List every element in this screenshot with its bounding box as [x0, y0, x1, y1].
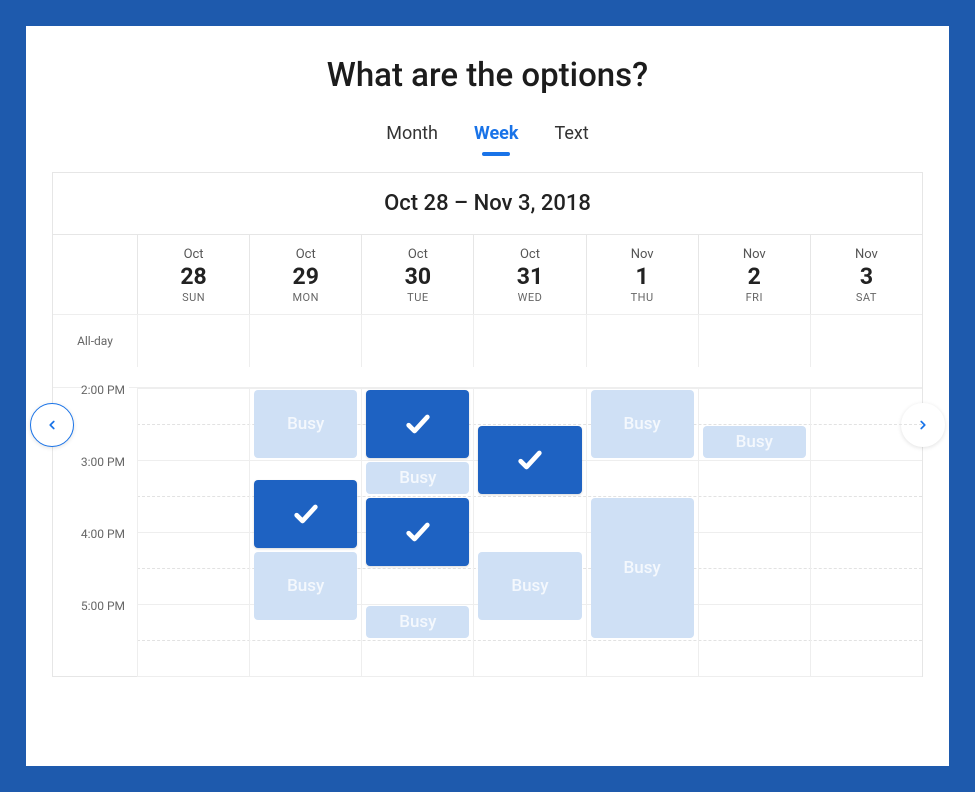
day-weekday: WED: [474, 291, 585, 304]
hour-gridline: [137, 676, 922, 677]
day-number: 29: [250, 263, 361, 290]
day-weekday: FRI: [699, 291, 810, 304]
slots-grid[interactable]: BusyBusyBusyBusyBusyBusyBusyBusy: [137, 388, 922, 676]
day-number: 1: [587, 263, 698, 290]
day-weekday: SAT: [811, 291, 922, 304]
day-column[interactable]: Busy Busy: [361, 388, 473, 676]
day-column[interactable]: Busy Busy: [586, 388, 698, 676]
allday-cell[interactable]: [586, 315, 698, 367]
day-month: Oct: [474, 247, 585, 262]
day-month: Nov: [587, 247, 698, 262]
tab-month[interactable]: Month: [386, 123, 438, 150]
allday-cell[interactable]: [698, 315, 810, 367]
check-icon: [516, 446, 544, 474]
day-header[interactable]: Oct30TUE: [361, 235, 473, 314]
day-column[interactable]: [810, 388, 922, 676]
selected-slot[interactable]: [478, 426, 581, 494]
selected-slot[interactable]: [254, 480, 357, 548]
day-month: Oct: [138, 247, 249, 262]
date-range-row: Oct 28 – Nov 3, 2018: [53, 173, 922, 235]
busy-event[interactable]: Busy: [254, 552, 357, 620]
check-icon: [292, 500, 320, 528]
tab-text[interactable]: Text: [555, 123, 589, 150]
date-range-label: Oct 28 – Nov 3, 2018: [384, 191, 591, 216]
day-header[interactable]: Nov2FRI: [698, 235, 810, 314]
time-label: 4:00 PM: [53, 532, 137, 604]
busy-event[interactable]: Busy: [254, 390, 357, 458]
day-header-row: Oct28SUNOct29MONOct30TUEOct31WEDNov1THUN…: [53, 235, 922, 314]
day-column[interactable]: [137, 388, 249, 676]
day-month: Oct: [250, 247, 361, 262]
day-number: 31: [474, 263, 585, 290]
allday-cell[interactable]: [473, 315, 585, 367]
time-label-column: 2:00 PM3:00 PM4:00 PM5:00 PM: [53, 388, 137, 676]
day-number: 28: [138, 263, 249, 290]
page-title: What are the options?: [26, 56, 949, 95]
calendar-container: Oct 28 – Nov 3, 2018 Oct28SUNOct29MONOct…: [52, 172, 923, 677]
tab-week[interactable]: Week: [474, 123, 519, 150]
day-header[interactable]: Oct28SUN: [137, 235, 249, 314]
day-weekday: SUN: [138, 291, 249, 304]
day-number: 30: [362, 263, 473, 290]
day-column[interactable]: Busy: [473, 388, 585, 676]
busy-event[interactable]: Busy: [703, 426, 806, 458]
time-gutter-head: [53, 235, 137, 314]
busy-event[interactable]: Busy: [478, 552, 581, 620]
time-label: 5:00 PM: [53, 604, 137, 676]
busy-event[interactable]: Busy: [366, 462, 469, 494]
day-header[interactable]: Oct29MON: [249, 235, 361, 314]
time-grid: 2:00 PM3:00 PM4:00 PM5:00 PM BusyBusyBus…: [53, 387, 922, 676]
selected-slot[interactable]: [366, 390, 469, 458]
allday-cell[interactable]: [137, 315, 249, 367]
day-weekday: MON: [250, 291, 361, 304]
day-weekday: TUE: [362, 291, 473, 304]
day-number: 3: [811, 263, 922, 290]
busy-event[interactable]: Busy: [591, 390, 694, 458]
day-month: Nov: [811, 247, 922, 262]
view-tabs: Month Week Text: [26, 123, 949, 150]
allday-cell[interactable]: [361, 315, 473, 367]
day-header[interactable]: Oct31WED: [473, 235, 585, 314]
day-number: 2: [699, 263, 810, 290]
day-weekday: THU: [587, 291, 698, 304]
time-label: 3:00 PM: [53, 460, 137, 532]
day-column[interactable]: Busy Busy: [249, 388, 361, 676]
allday-cell[interactable]: [249, 315, 361, 367]
day-header[interactable]: Nov1THU: [586, 235, 698, 314]
check-icon: [404, 518, 432, 546]
calendar-card: What are the options? Month Week Text Oct …: [26, 26, 949, 766]
spacer: [53, 367, 922, 387]
check-icon: [404, 410, 432, 438]
selected-slot[interactable]: [366, 498, 469, 566]
day-month: Oct: [362, 247, 473, 262]
busy-event[interactable]: Busy: [366, 606, 469, 638]
busy-event[interactable]: Busy: [591, 498, 694, 638]
allday-cell[interactable]: [810, 315, 922, 367]
day-column[interactable]: Busy: [698, 388, 810, 676]
time-label: 2:00 PM: [53, 388, 137, 460]
day-month: Nov: [699, 247, 810, 262]
allday-row: All-day: [53, 314, 922, 367]
allday-label: All-day: [53, 315, 137, 367]
calendar: Oct 28 – Nov 3, 2018 Oct28SUNOct29MONOct…: [52, 172, 923, 677]
day-header[interactable]: Nov3SAT: [810, 235, 922, 314]
